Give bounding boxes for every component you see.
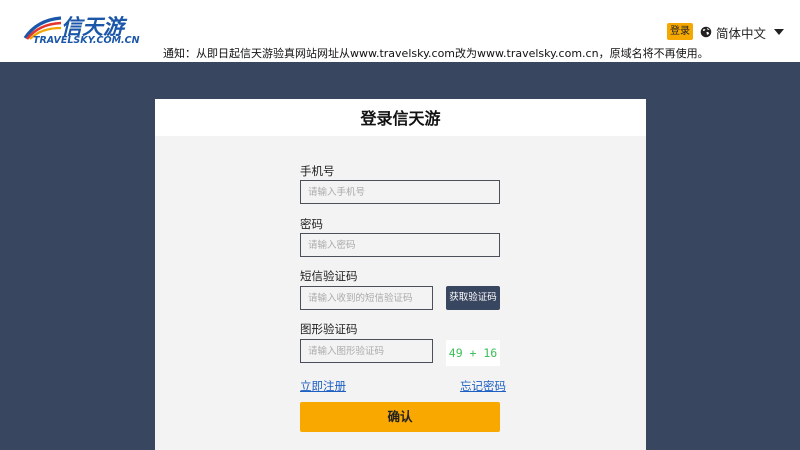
site-notice: 通知：从即日起信天游验真网站网址从www.travelsky.com改为www.… [163, 47, 709, 60]
globe-icon [700, 26, 712, 38]
captcha-label: 图形验证码 [300, 322, 358, 336]
get-sms-code-button[interactable]: 获取验证码 [446, 286, 500, 310]
language-label: 简体中文 [716, 25, 767, 41]
travelsky-logo[interactable]: 信天游 TRAVELSKY.COM.CN [23, 12, 140, 48]
password-input[interactable] [300, 233, 500, 257]
language-selector[interactable]: 简体中文 [700, 22, 785, 42]
chevron-down-icon [774, 29, 785, 35]
sms-code-label: 短信验证码 [300, 269, 358, 283]
captcha-image[interactable]: 49 + 16 [446, 340, 500, 366]
phone-label: 手机号 [300, 164, 335, 178]
sms-code-input[interactable] [300, 286, 433, 310]
login-card: 登录信天游 手机号 密码 短信验证码 获取验证码 图形验证码 49 + 16 立… [155, 99, 646, 450]
password-label: 密码 [300, 217, 323, 231]
login-title: 登录信天游 [155, 99, 646, 136]
forgot-password-link[interactable]: 忘记密码 [460, 378, 506, 394]
header-login-button[interactable]: 登录 [667, 23, 693, 40]
top-header: 信天游 TRAVELSKY.COM.CN 通知：从即日起信天游验真网站网址从ww… [0, 0, 800, 62]
phone-input[interactable] [300, 180, 500, 204]
captcha-input[interactable] [300, 339, 433, 363]
logo-english-text: TRAVELSKY.COM.CN [33, 35, 140, 46]
register-link[interactable]: 立即注册 [300, 378, 346, 394]
confirm-button[interactable]: 确认 [300, 402, 500, 432]
